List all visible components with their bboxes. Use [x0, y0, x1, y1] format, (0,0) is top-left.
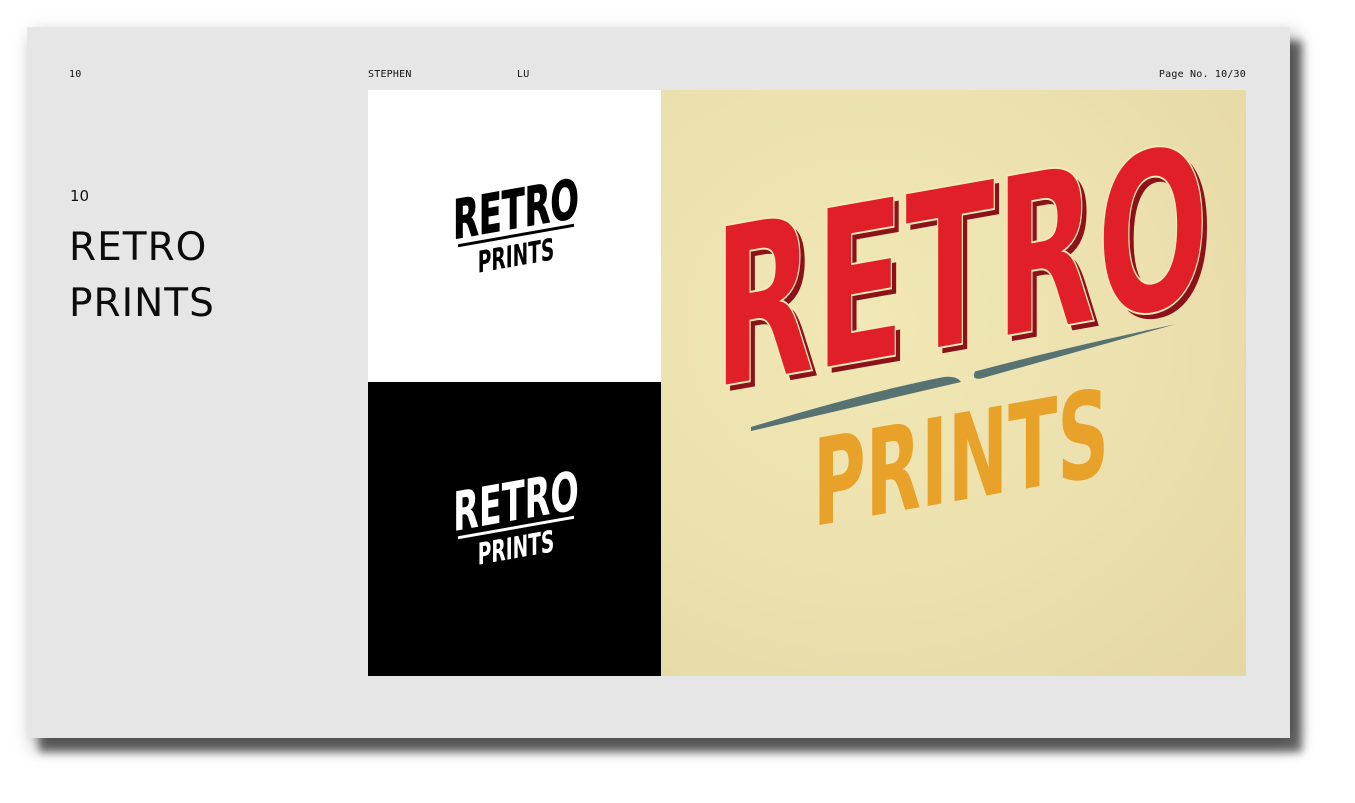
section-title-line1: RETRO: [69, 225, 208, 270]
logo-black-on-white: RETRO PRINTS: [453, 166, 579, 280]
logo-tile-black: RETRO PRINTS: [368, 382, 661, 676]
section-title-line2: PRINTS: [69, 281, 215, 326]
logo-tile-color: RETRO RETRO PRINTS: [661, 90, 1246, 676]
header-author-first: STEPHEN: [368, 69, 412, 80]
logo-tile-white: RETRO PRINTS: [368, 90, 661, 382]
header-page-number: 10: [69, 69, 82, 80]
section-number: 10: [70, 187, 90, 205]
logo-white-on-black: RETRO PRINTS: [453, 459, 579, 572]
section-title: RETRO PRINTS: [69, 220, 215, 332]
logo-word-retro: RETRO: [713, 96, 1209, 439]
portfolio-page: 10 STEPHEN LU Page No. 10/30 10 RETRO PR…: [27, 27, 1290, 738]
logo-color: RETRO RETRO PRINTS: [712, 95, 1213, 555]
header-author-last: LU: [517, 69, 530, 80]
header-page-counter: Page No. 10/30: [1158, 69, 1246, 80]
